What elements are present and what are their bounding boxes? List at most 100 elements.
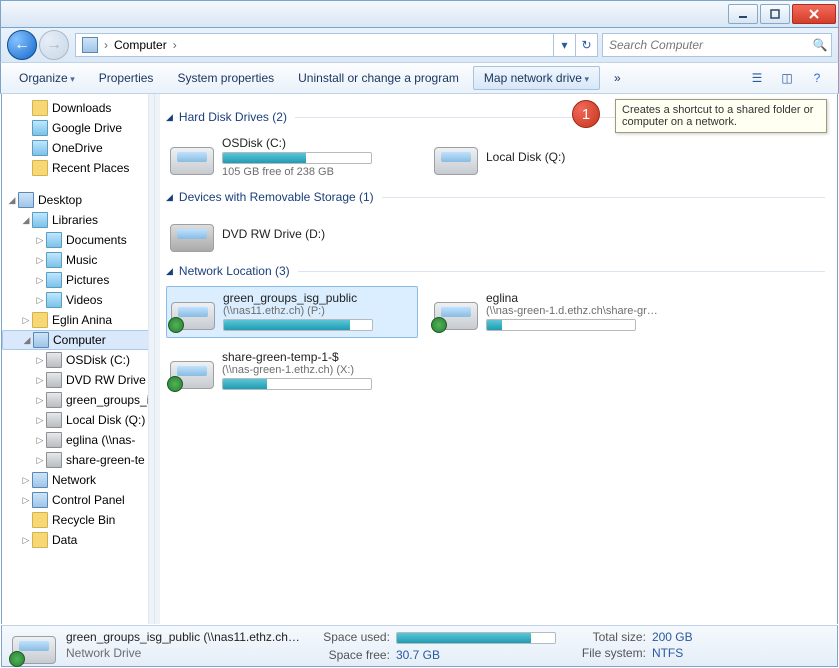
help-button[interactable]: ? (804, 67, 830, 89)
tree-node-network[interactable]: ▷Network (2, 470, 154, 490)
tree-node-label: Documents (66, 233, 127, 247)
expand-icon[interactable]: ▷ (34, 295, 46, 306)
drive-local-q[interactable]: Local Disk (Q:) (430, 132, 682, 182)
tree-node-label: Google Drive (52, 121, 122, 135)
tree-node-label: DVD RW Drive ( (66, 373, 153, 387)
capacity-bar (223, 319, 373, 331)
tree-node-label: Pictures (66, 273, 109, 287)
folder-icon (46, 372, 62, 388)
toolbar-overflow[interactable]: » (604, 67, 631, 89)
tree-node-desktop[interactable]: ◢Desktop (2, 190, 154, 210)
status-title: green_groups_isg_public (\\nas11.ethz.ch… (66, 630, 300, 644)
tree-node-libraries[interactable]: ◢Libraries (2, 210, 154, 230)
tree-node-onedrive[interactable]: OneDrive (2, 138, 154, 158)
tree-node-recent-places[interactable]: Recent Places (2, 158, 154, 178)
group-header-removable[interactable]: ◢Devices with Removable Storage (1) (166, 190, 825, 204)
tooltip-map-drive: Creates a shortcut to a shared folder or… (615, 99, 827, 133)
breadcrumb-history-dropdown[interactable]: ▾ (553, 33, 575, 57)
expand-icon[interactable]: ▷ (20, 495, 32, 506)
drive-osdisk[interactable]: OSDisk (C:) 105 GB free of 238 GB (166, 132, 418, 182)
expand-icon[interactable]: ▷ (20, 315, 32, 326)
capacity-bar (222, 378, 372, 390)
search-box[interactable]: Search Computer 🔍 (602, 33, 832, 57)
tree-node-downloads[interactable]: Downloads (2, 98, 154, 118)
system-properties-button[interactable]: System properties (167, 67, 284, 89)
breadcrumb-computer[interactable]: Computer (108, 38, 173, 52)
expand-icon[interactable]: ▷ (34, 375, 46, 386)
folder-icon (46, 412, 62, 428)
chevron-right-icon: › (173, 38, 177, 52)
dvd-drive-icon (170, 216, 214, 252)
main-area: Downloads Google Drive OneDriveRecent Plac… (1, 94, 838, 624)
tree-node-control-panel[interactable]: ▷ Control Panel (2, 490, 154, 510)
expand-icon[interactable]: ▷ (20, 535, 32, 546)
expand-icon[interactable]: ▷ (20, 475, 32, 486)
expand-icon[interactable]: ▷ (34, 235, 46, 246)
capacity-bar (396, 632, 556, 644)
expand-icon[interactable]: ▷ (34, 395, 46, 406)
tree-node-videos[interactable]: ▷Videos (2, 290, 154, 310)
toolbar: Organize Properties System properties Un… (0, 62, 839, 94)
tree-node-computer[interactable]: ◢Computer (2, 330, 154, 350)
breadcrumb[interactable]: › Computer › ▾ ↻ (75, 33, 598, 57)
refresh-button[interactable]: ↻ (575, 33, 597, 57)
folder-icon (46, 432, 62, 448)
folder-icon (46, 352, 62, 368)
maximize-button[interactable] (760, 4, 790, 24)
expand-icon[interactable]: ◢ (20, 215, 32, 226)
tree-node-osdisk-c-[interactable]: ▷ OSDisk (C:) (2, 350, 154, 370)
network-drive-icon (170, 353, 214, 389)
tree-node-share-green-te[interactable]: ▷share-green-te (2, 450, 154, 470)
tree-node-green-groups-i[interactable]: ▷green_groups_i (2, 390, 154, 410)
capacity-bar (486, 319, 636, 331)
network-drive-x[interactable]: share-green-temp-1-$ (\\nas-green-1.ethz… (166, 346, 418, 396)
properties-button[interactable]: Properties (89, 67, 164, 89)
back-button[interactable]: ← (7, 30, 37, 60)
folder-icon (46, 232, 62, 248)
preview-pane-button[interactable]: ◫ (774, 67, 800, 89)
uninstall-button[interactable]: Uninstall or change a program (288, 67, 469, 89)
folder-icon (18, 192, 34, 208)
group-header-network[interactable]: ◢Network Location (3) (166, 264, 825, 278)
tree-node-label: eglina (\\nas- (66, 433, 135, 447)
expand-icon[interactable]: ▷ (34, 455, 46, 466)
expand-icon[interactable]: ◢ (21, 335, 33, 346)
expand-icon[interactable]: ▷ (34, 275, 46, 286)
expand-icon[interactable]: ▷ (34, 255, 46, 266)
organize-menu[interactable]: Organize (9, 67, 85, 89)
drive-dvd[interactable]: DVD RW Drive (D:) (166, 212, 418, 256)
close-button[interactable] (792, 4, 836, 24)
expand-icon[interactable]: ▷ (34, 415, 46, 426)
expand-icon[interactable]: ▷ (34, 355, 46, 366)
map-network-drive-button[interactable]: Map network drive (473, 66, 600, 90)
tree-node-documents[interactable]: ▷ Documents (2, 230, 154, 250)
network-drive-p[interactable]: green_groups_isg_public (\\nas11.ethz.ch… (166, 286, 418, 338)
tree-node-data[interactable]: ▷Data (2, 530, 154, 550)
content-pane[interactable]: ◢Hard Disk Drives (2) OSDisk (C:) 105 GB… (154, 94, 837, 624)
annotation-badge-1: 1 (572, 100, 600, 128)
tree-node-label: OSDisk (C:) (66, 353, 130, 367)
tree-node-recycle-bin[interactable]: Recycle Bin (2, 510, 154, 530)
folder-icon (32, 100, 48, 116)
capacity-bar (222, 152, 372, 164)
folder-icon (46, 452, 62, 468)
expand-icon[interactable]: ▷ (34, 435, 46, 446)
tree-node-eglin-anina[interactable]: ▷Eglin Anina (2, 310, 154, 330)
tree-node-label: Control Panel (52, 493, 125, 507)
folder-icon (32, 472, 48, 488)
minimize-button[interactable] (728, 4, 758, 24)
forward-button[interactable]: → (39, 30, 69, 60)
tree-node-music[interactable]: ▷Music (2, 250, 154, 270)
network-drive-eglina[interactable]: eglina (\\nas-green-1.d.ethz.ch\share-gr… (430, 286, 682, 338)
folder-icon (32, 492, 48, 508)
view-options-button[interactable]: ☰ (744, 67, 770, 89)
navigation-tree[interactable]: Downloads Google Drive OneDriveRecent Plac… (2, 94, 154, 624)
tree-node-pictures[interactable]: ▷ Pictures (2, 270, 154, 290)
expand-icon[interactable]: ◢ (6, 195, 18, 206)
tree-node-google-drive[interactable]: Google Drive (2, 118, 154, 138)
tree-node-eglina-nas-[interactable]: ▷ eglina (\\nas- (2, 430, 154, 450)
tree-node-dvd-rw-drive-[interactable]: ▷ DVD RW Drive ( (2, 370, 154, 390)
tree-resize-handle[interactable] (154, 94, 160, 624)
search-placeholder: Search Computer (603, 38, 809, 52)
tree-node-local-disk-q-[interactable]: ▷Local Disk (Q:) (2, 410, 154, 430)
